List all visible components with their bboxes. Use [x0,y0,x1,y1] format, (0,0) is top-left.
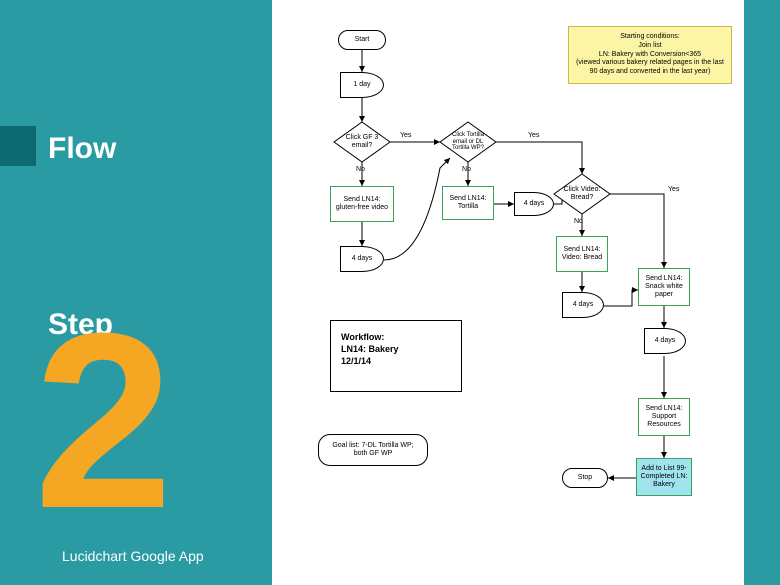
decision-bread: Click Video: Bread? [554,174,610,214]
decision-tortilla: Click Tortilla email or DL Tortilla WP? [440,122,496,162]
note-line: Starting conditions: [575,33,725,42]
flow-title: Flow [48,132,116,166]
edge-no: No [462,166,471,173]
edge-yes: Yes [668,186,679,193]
note-line: (viewed various bakery related pages in … [575,59,725,68]
process-bread: Send LN14: Video: Bread [556,236,608,272]
note-line: 90 days and converted in the last year) [575,68,725,77]
starting-conditions-note: Starting conditions: Join list LN: Baker… [568,26,732,84]
process-tortilla: Send LN14: Tortilla [442,186,494,220]
wf-line: 12/1/14 [341,355,451,367]
stop-node: Stop [562,468,608,488]
decision-label: Click Video: Bread? [554,174,610,214]
process-text: Send LN14: gluten-free video [333,196,391,212]
note-line: LN: Bakery with Conversion<365 [575,51,725,60]
wf-line: Workflow: [341,331,451,343]
goal-node: Goal list: 7-DL Tortilla WP; both GF WP [318,434,428,466]
left-panel: Flow Step 2 Lucidchart Google App [0,0,272,585]
start-node: Start [338,30,386,50]
app-name: Lucidchart Google App [62,548,204,564]
flowchart-canvas: Starting conditions: Join list LN: Baker… [272,0,744,585]
note-line: Join list [575,42,725,51]
delay-1day: 1 day [340,72,384,98]
step-number: 2 [34,296,161,546]
edge-yes: Yes [400,132,411,139]
workflow-title-box: Workflow: LN14: Bakery 12/1/14 [330,320,462,392]
stage: Flow Step 2 Lucidchart Google App Starti… [0,0,780,585]
edge-yes: Yes [528,132,539,139]
decision-label: Click GF 3 email? [334,122,390,162]
delay-4days-bread: 4 days [562,292,604,318]
flow-accent [0,126,36,166]
process-snack: Send LN14: Snack white paper [638,268,690,306]
edge-no: No [574,218,583,225]
right-strip [744,0,780,585]
process-support: Send LN14: Support Resources [638,398,690,436]
edge-no: No [356,166,365,173]
delay-4days-gf: 4 days [340,246,384,272]
delay-4days-tortilla: 4 days [514,192,554,216]
decision-label: Click Tortilla email or DL Tortilla WP? [440,122,496,162]
process-add-list: Add to List 99-Completed LN: Bakery [636,458,692,496]
wf-line: LN14: Bakery [341,343,451,355]
decision-gf-email: Click GF 3 email? [334,122,390,162]
delay-4days-snack: 4 days [644,328,686,354]
process-gf-video: Send LN14: gluten-free video [330,186,394,222]
